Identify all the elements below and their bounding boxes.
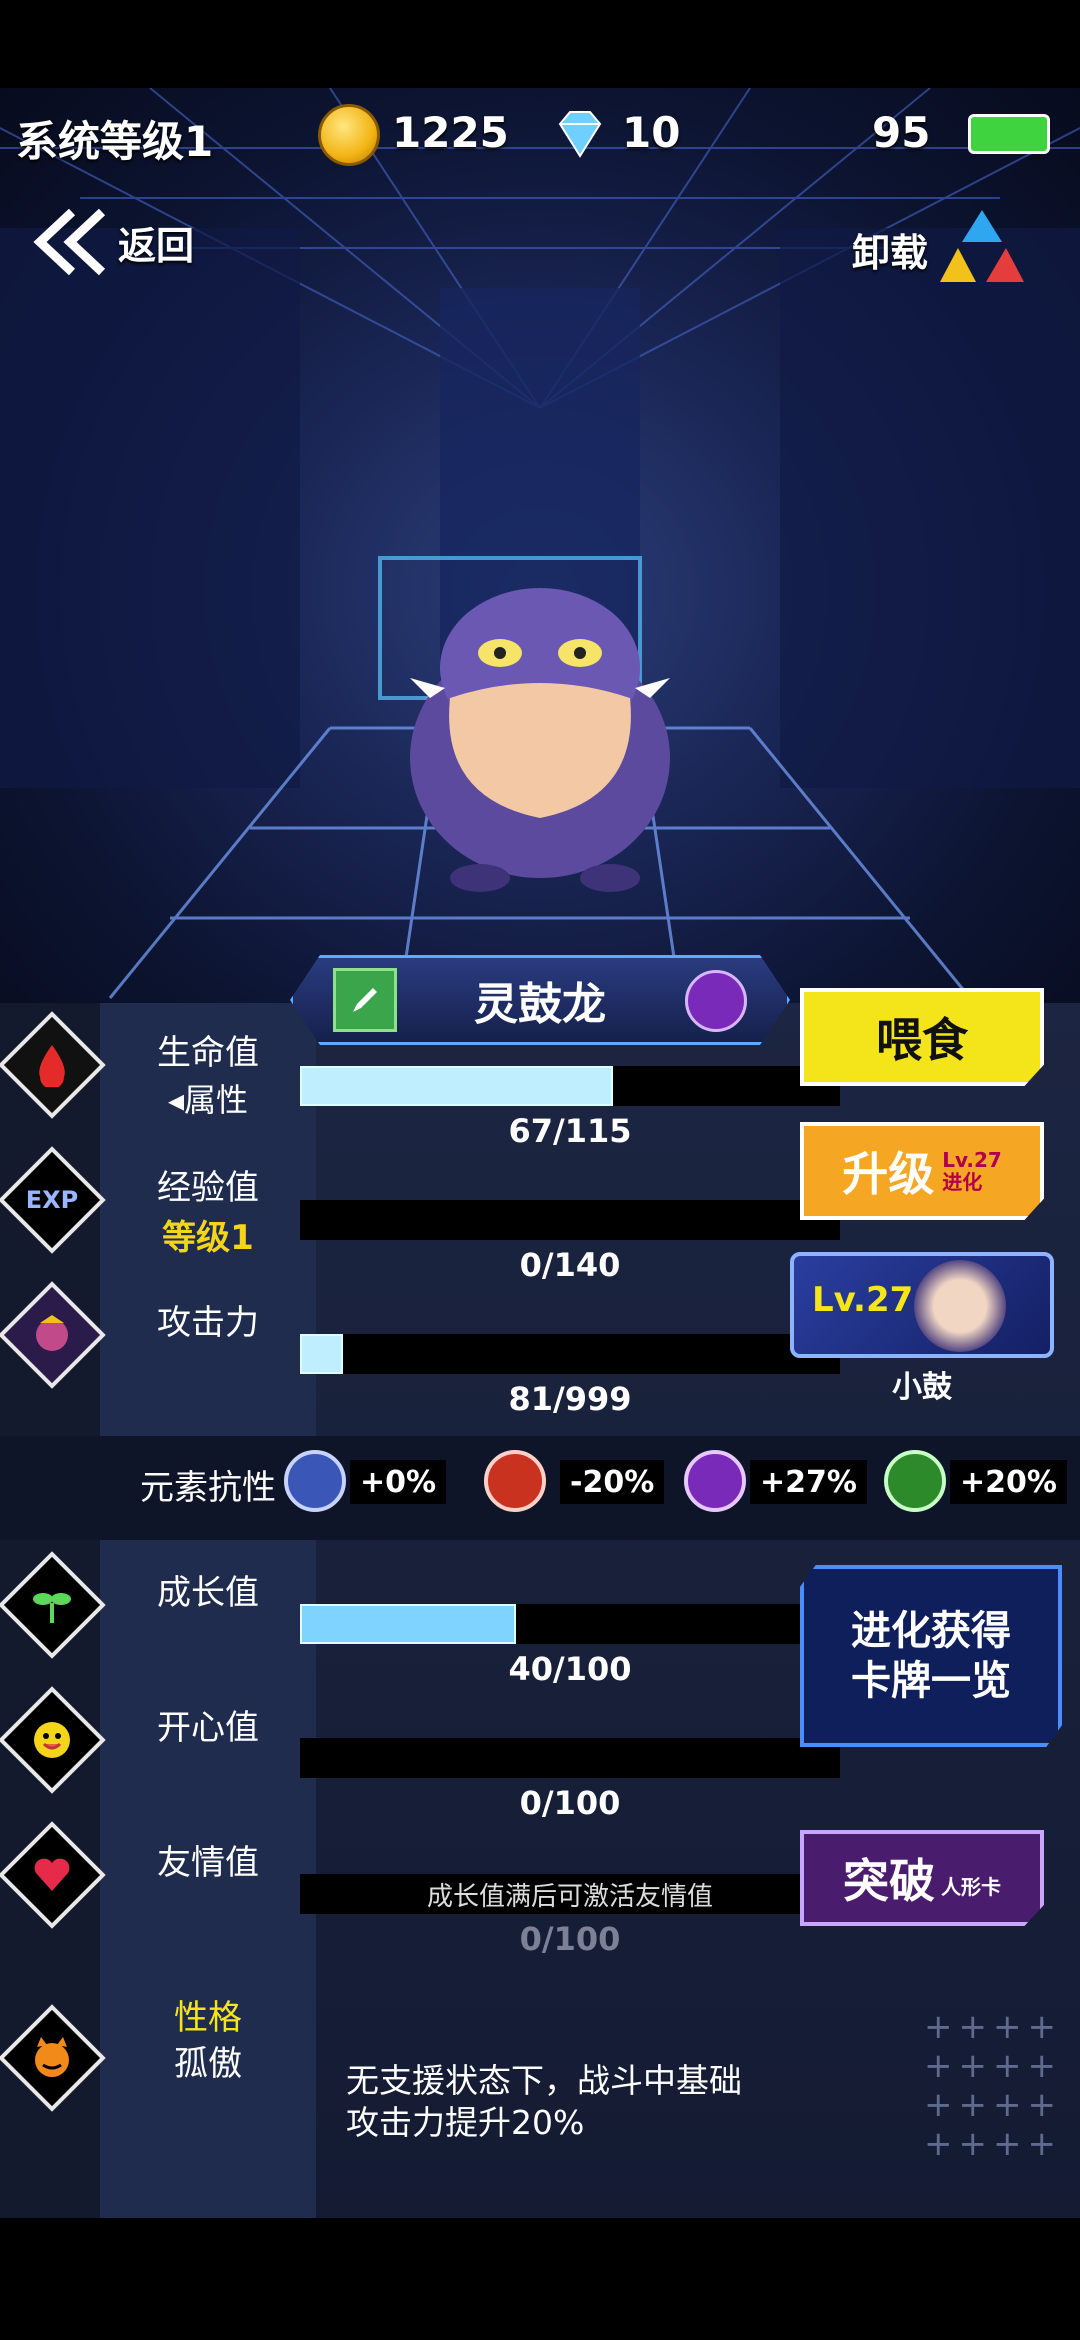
decorative-plus-grid: ++++ ++++ ++++ ++++ xyxy=(924,2007,1062,2164)
upgrade-lv: Lv.27 xyxy=(942,1148,1002,1172)
upgrade-evolve: 进化 xyxy=(942,1170,983,1194)
breakthrough-label: 突破 xyxy=(843,1854,935,1908)
monster-fist-icon xyxy=(36,1315,68,1351)
coin-count: 1225 xyxy=(392,108,509,157)
hp-value: 67/115 xyxy=(508,1112,632,1150)
smiley-icon xyxy=(34,1722,70,1758)
friend-bar: 成长值满后可激活友情值 xyxy=(300,1874,840,1914)
back-button[interactable]: 返回 xyxy=(32,206,194,278)
evolution-cards-line1: 进化获得 xyxy=(851,1608,1011,1654)
growth-bar-fill xyxy=(300,1604,516,1644)
upgrade-evolve-hint: Lv.27 进化 xyxy=(942,1149,1002,1193)
pet-name-banner: 灵鼓龙 xyxy=(290,955,790,1045)
bottom-bar-bg xyxy=(0,2218,1080,2340)
hp-label: 生命值 xyxy=(157,1033,259,1073)
happy-value: 0/100 xyxy=(519,1784,621,1822)
exp-value: 0/140 xyxy=(519,1246,621,1284)
water-element-icon xyxy=(284,1450,346,1512)
evolution-cards-button[interactable]: 进化获得 卡牌一览 xyxy=(800,1565,1062,1747)
exp-icon: EXP xyxy=(25,1186,79,1214)
fire-element-icon xyxy=(484,1450,546,1512)
devil-face-icon xyxy=(35,2037,69,2077)
friend-value: 0/100 xyxy=(519,1920,621,1958)
attack-label: 攻击力 xyxy=(157,1303,259,1343)
pet-monster[interactable] xyxy=(390,558,690,898)
resist-fire-value: -20% xyxy=(560,1460,665,1504)
evolution-target-name: 小鼓 xyxy=(892,1370,952,1405)
system-level: 系统等级1 xyxy=(16,117,214,166)
hp-bar xyxy=(300,1066,840,1106)
personality-label: 性格 xyxy=(174,1998,242,2038)
recycle-icon xyxy=(940,210,1025,282)
pet-name: 灵鼓龙 xyxy=(474,979,606,1030)
back-label: 返回 xyxy=(118,223,195,268)
thunder-type-icon xyxy=(685,970,747,1032)
personality-desc-line2: 攻击力提升20% xyxy=(346,2103,585,2142)
resist-thunder-value: +27% xyxy=(750,1460,867,1504)
diamond-icon xyxy=(558,111,602,158)
attribute-label: 属性 xyxy=(184,1081,249,1119)
personality-desc-line1: 无支援状态下，战斗中基础 xyxy=(346,2061,742,2100)
pet-scene: 系统等级1 1225 10 95 返回 卸载 xyxy=(0,88,1080,1003)
happy-label: 开心值 xyxy=(157,1708,259,1748)
battery-icon xyxy=(968,114,1050,154)
poison-element-icon xyxy=(884,1450,946,1512)
evolution-cards-line2: 卡牌一览 xyxy=(851,1658,1011,1704)
personality-desc: 无支援状态下，战斗中基础 攻击力提升20% xyxy=(346,2060,742,2144)
unload-label: 卸载 xyxy=(852,230,929,275)
status-bar-bg xyxy=(0,0,1080,88)
resist-poison-value: +20% xyxy=(950,1460,1067,1504)
personality-value: 孤傲 xyxy=(174,2044,242,2084)
edit-name-button[interactable] xyxy=(333,968,397,1032)
diamond-count: 10 xyxy=(622,108,681,157)
heart-icon xyxy=(34,1858,70,1891)
growth-label: 成长值 xyxy=(157,1573,259,1613)
pencil-icon xyxy=(353,988,377,1012)
friend-label: 友情值 xyxy=(157,1843,259,1883)
growth-value: 40/100 xyxy=(508,1650,632,1688)
blood-drop-icon xyxy=(39,1045,65,1087)
attack-bar-fill xyxy=(300,1334,344,1374)
evolution-target-avatar xyxy=(914,1260,1006,1352)
attack-bar xyxy=(300,1334,840,1374)
evolution-target-lv: Lv.27 xyxy=(812,1280,914,1320)
exp-bar xyxy=(300,1200,840,1240)
feed-button[interactable]: 喂食 xyxy=(800,988,1044,1086)
breakthrough-sub: 人形卡 xyxy=(941,1874,1001,1899)
exp-label: 经验值 xyxy=(157,1168,259,1208)
thunder-element-icon xyxy=(684,1450,746,1512)
sprout-icon xyxy=(33,1593,71,1623)
attack-value: 81/999 xyxy=(508,1380,632,1418)
happy-bar xyxy=(300,1738,840,1778)
upgrade-button[interactable]: 升级 Lv.27 进化 xyxy=(800,1122,1044,1220)
growth-bar xyxy=(300,1604,840,1644)
breakthrough-button[interactable]: 突破 人形卡 xyxy=(800,1830,1044,1926)
back-chevron-icon xyxy=(33,208,106,276)
coin-icon xyxy=(318,104,380,166)
unload-button[interactable]: 卸载 xyxy=(852,206,1028,292)
upgrade-label: 升级 xyxy=(842,1147,935,1201)
resist-water-value: +0% xyxy=(350,1460,447,1504)
attribute-link[interactable]: ◂属性 xyxy=(100,1075,316,1121)
evolution-target-card[interactable]: Lv.27 xyxy=(790,1252,1054,1358)
battery-level: 95 xyxy=(872,108,931,157)
level-label: 等级1 xyxy=(162,1218,254,1258)
hp-bar-fill xyxy=(300,1066,614,1106)
